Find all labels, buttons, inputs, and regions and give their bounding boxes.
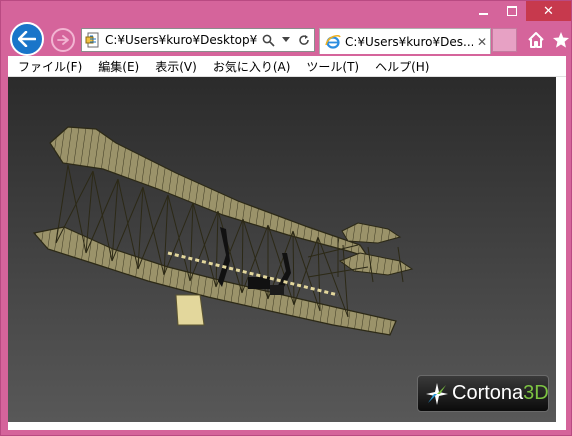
forward-button[interactable]: [51, 28, 75, 52]
page-icon: [85, 32, 99, 48]
propeller-left: [218, 227, 230, 287]
new-tab-button[interactable]: [492, 28, 517, 52]
refresh-icon[interactable]: [297, 33, 311, 47]
close-icon: ✕: [543, 3, 554, 19]
minimize-button[interactable]: [468, 1, 498, 21]
menu-tools[interactable]: ツール(T): [298, 58, 367, 75]
menu-view[interactable]: 表示(V): [147, 58, 205, 75]
rudder: [175, 294, 205, 326]
tab-close-icon[interactable]: ✕: [477, 35, 487, 49]
horizontal-scroll-area: [8, 422, 566, 430]
dropdown-icon[interactable]: [279, 33, 293, 47]
forward-arrow-icon: [57, 35, 69, 45]
cortona-logo: Cortona3D: [417, 375, 549, 412]
tab-label: C:¥Users¥kuro¥Des...: [345, 34, 473, 49]
home-icon[interactable]: [527, 31, 545, 49]
pilot-seat: [270, 285, 284, 295]
minimize-icon: [478, 13, 488, 15]
menu-edit[interactable]: 編集(E): [90, 58, 147, 75]
back-button[interactable]: [10, 22, 44, 56]
star-icon[interactable]: [552, 31, 570, 49]
address-bar[interactable]: C:¥Users¥kuro¥Desktop¥M: [81, 28, 315, 52]
address-text[interactable]: C:¥Users¥kuro¥Desktop¥M: [105, 33, 257, 47]
close-button[interactable]: ✕: [526, 1, 571, 21]
search-icon[interactable]: [261, 33, 275, 47]
maximize-icon: [507, 6, 517, 16]
cortona-star-icon: [426, 382, 448, 405]
maximize-button[interactable]: [498, 1, 526, 21]
biplane-model[interactable]: [8, 77, 556, 422]
back-arrow-icon: [18, 31, 36, 47]
browser-window: ✕ C:¥Users¥kuro¥Desktop¥M C:¥Users¥kuro¥…: [0, 0, 572, 436]
menu-bar: ファイル(F) 編集(E) 表示(V) お気に入り(A) ツール(T) ヘルプ(…: [8, 56, 566, 77]
vertical-scroll-area: [556, 77, 566, 422]
menu-favorites[interactable]: お気に入り(A): [205, 58, 299, 75]
menu-help[interactable]: ヘルプ(H): [367, 58, 437, 75]
elevator-upper: [341, 222, 402, 244]
logo-text: Cortona3D: [452, 382, 549, 404]
tab-active[interactable]: C:¥Users¥kuro¥Des... ✕: [319, 28, 491, 54]
ie-icon: [325, 34, 341, 49]
vrml-viewer[interactable]: Cortona3D: [8, 77, 556, 422]
menu-file[interactable]: ファイル(F): [8, 58, 90, 75]
engine: [248, 277, 270, 289]
